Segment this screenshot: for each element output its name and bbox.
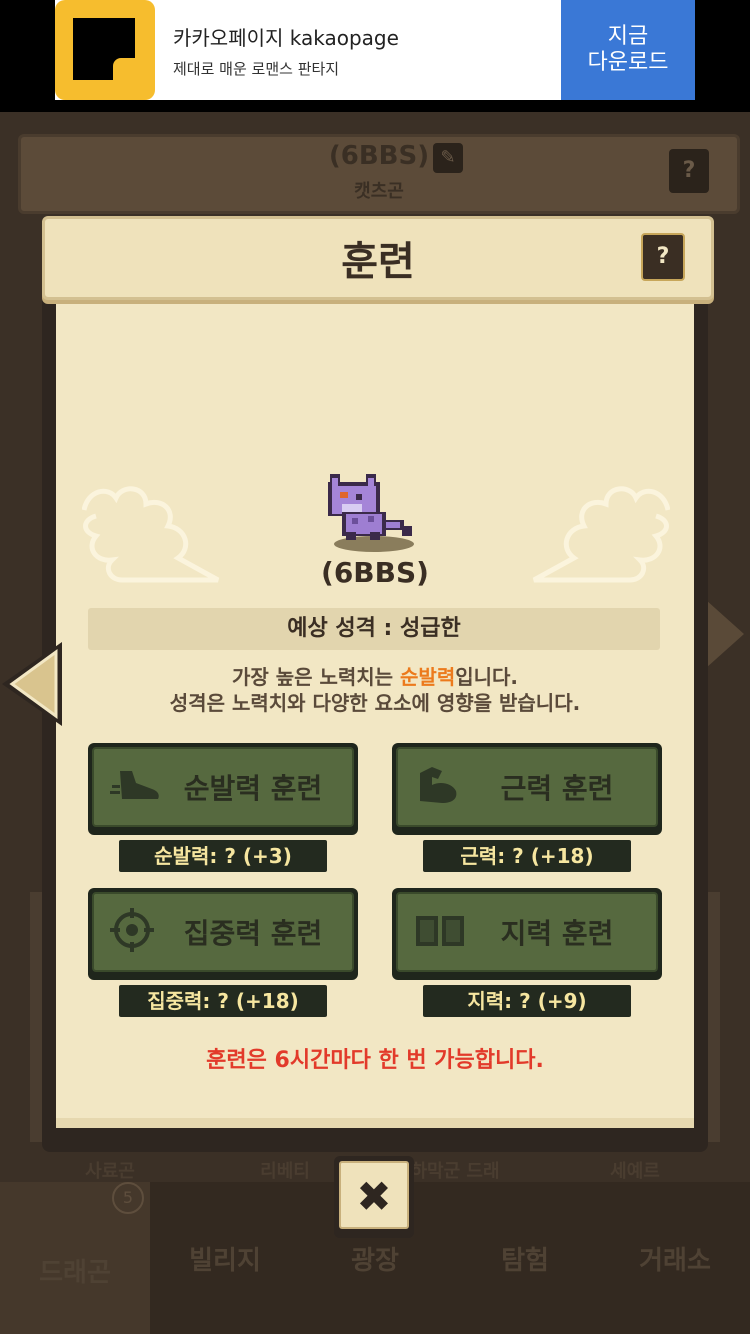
desc-highlight: 순발력 [400, 665, 456, 689]
agility-stat: 순발력: ? (+3) [119, 840, 327, 872]
focus-training-button[interactable]: 집중력 훈련 [88, 888, 358, 980]
book-icon [416, 916, 464, 946]
tab-label: 광장 [351, 1246, 399, 1276]
ad-download-button[interactable]: 지금 다운로드 [561, 0, 695, 100]
edit-name-icon: ✎ [433, 143, 463, 173]
kakaopage-logo-icon [55, 0, 155, 100]
button-label: 순발력 훈련 [183, 772, 323, 805]
desc-text: 입니다. [455, 665, 519, 689]
cat-dragon-sprite [328, 474, 414, 552]
crosshair-icon [110, 908, 154, 952]
dragon-species: 캣츠곤 [354, 181, 404, 202]
tab-label: 탐험 [501, 1246, 549, 1276]
bg-label: 리베티 [260, 1161, 310, 1182]
tab-dragon[interactable]: 5 드래곤 [0, 1182, 150, 1334]
button-label: 지력 훈련 [500, 917, 614, 950]
button-label: 집중력 훈련 [183, 917, 323, 950]
expected-personality: 예상 성격 : 성급한 [88, 608, 660, 650]
ad-subtitle: 제대로 매운 로맨스 판타지 [173, 60, 340, 78]
bg-label: 세예르 [610, 1161, 660, 1182]
desc-text: 가장 높은 노력치는 [231, 665, 401, 689]
intelligence-training-button[interactable]: 지력 훈련 [392, 888, 662, 980]
dragon-name: (6BBS) [328, 141, 430, 171]
ad-title: 카카오페이지 kakaopage [173, 26, 399, 50]
next-arrow-icon [706, 600, 744, 668]
dragon-count-badge: 5 [112, 1182, 144, 1214]
agility-training-button[interactable]: 순발력 훈련 [88, 743, 358, 835]
ad-card[interactable]: 카카오페이지 kakaopage 제대로 매운 로맨스 판타지 지금 다운로드 [55, 0, 695, 100]
close-icon: ✖ [356, 1172, 392, 1221]
strength-training-button[interactable]: 근력 훈련 [392, 743, 662, 835]
training-description: 가장 높은 노력치는 순발력입니다. 성격은 노력치와 다양한 요소에 영향을 … [0, 664, 750, 716]
bg-label: 사료곤 [85, 1161, 135, 1182]
close-button[interactable]: ✖ [334, 1156, 414, 1238]
training-cooldown-notice: 훈련은 6시간마다 한 번 가능합니다. [206, 1048, 544, 1073]
muscle-icon [420, 767, 457, 803]
tab-label: 빌리지 [189, 1246, 261, 1276]
header-help-icon: ? [669, 149, 709, 193]
tab-label: 드래곤 [39, 1258, 111, 1288]
focus-stat: 집중력: ? (+18) [119, 985, 327, 1017]
modal-title: 훈련 [341, 239, 415, 285]
intelligence-stat: 지력: ? (+9) [423, 985, 631, 1017]
tab-exchange[interactable]: 거래소 [600, 1182, 750, 1334]
shoe-icon [110, 771, 159, 799]
cat-name: (6BBS) [321, 556, 429, 589]
tab-explore[interactable]: 탐험 [450, 1182, 600, 1334]
button-label: 근력 훈련 [500, 772, 614, 805]
ad-banner[interactable]: 카카오페이지 kakaopage 제대로 매운 로맨스 판타지 지금 다운로드 [0, 0, 750, 112]
modal-help-button[interactable]: ? [641, 233, 685, 281]
bg-label: 하막군 드래 [410, 1161, 500, 1182]
modal-title-bar: 훈련 ? [42, 216, 714, 300]
strength-stat: 근력: ? (+18) [423, 840, 631, 872]
tab-label: 거래소 [639, 1246, 711, 1276]
tab-village[interactable]: 빌리지 [150, 1182, 300, 1334]
dragon-header: (6BBS) ✎ 캣츠곤 ? [18, 134, 740, 214]
desc-line-2: 성격은 노력치와 다양한 요소에 영향을 받습니다. [169, 691, 581, 715]
